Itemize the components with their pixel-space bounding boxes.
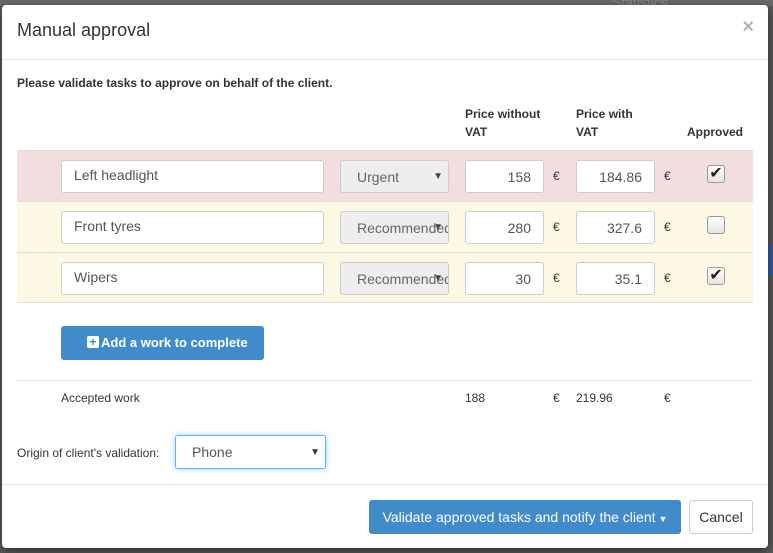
total-currency-2: € [664, 391, 671, 405]
chevron-down-icon: ▼ [433, 171, 443, 182]
price-without-vat-input[interactable]: 158 [465, 160, 544, 193]
plus-icon: + [87, 336, 99, 348]
approved-checkbox[interactable] [707, 216, 725, 234]
price-with-vat-input[interactable]: 35.1 [576, 262, 655, 295]
validate-notify-button[interactable]: Validate approved tasks and notify the c… [369, 500, 681, 534]
currency-label: € [553, 220, 560, 234]
total-price-with-vat: 219.96 [576, 391, 613, 405]
currency-label: € [664, 271, 671, 285]
chevron-down-icon: ▼ [433, 222, 443, 233]
total-currency-1: € [553, 391, 560, 405]
total-price-without-vat: 188 [465, 391, 486, 405]
price-with-vat-input[interactable]: 327.6 [576, 211, 655, 244]
caret-down-icon: ▼ [658, 514, 668, 524]
close-icon[interactable]: × [742, 17, 754, 37]
cancel-button[interactable]: Cancel [689, 500, 753, 534]
approved-checkbox[interactable]: ✔ [707, 165, 725, 183]
currency-label: € [553, 271, 560, 285]
chevron-down-icon: ▼ [433, 273, 443, 284]
price-without-vat-input[interactable]: 30 [465, 262, 544, 295]
add-work-button[interactable]: + Add a work to complete [61, 326, 264, 360]
currency-label: € [664, 169, 671, 183]
manual-approval-dialog: Manual approval × Please validate tasks … [2, 5, 768, 548]
chevron-down-icon: ▼ [310, 447, 320, 458]
task-row: Front tyres Recommended ▼ 280 € 327.6 € [17, 201, 753, 252]
modal-title: Manual approval [17, 20, 151, 40]
modal-header: Manual approval × [2, 5, 768, 60]
task-row: Wipers Recommended ▼ 30 € 35.1 € ✔ [17, 252, 753, 303]
price-without-vat-input[interactable]: 280 [465, 211, 544, 244]
task-name-input[interactable]: Wipers [61, 262, 324, 295]
task-name-input[interactable]: Left headlight [61, 160, 324, 193]
approved-checkbox[interactable]: ✔ [707, 267, 725, 285]
priority-select[interactable]: Urgent ▼ [340, 160, 449, 193]
task-row: Left headlight Urgent ▼ 158 € 184.86 € ✔ [17, 150, 753, 201]
priority-select[interactable]: Recommended ▼ [340, 211, 449, 244]
priority-value: Urgent [357, 169, 400, 185]
task-name-input[interactable]: Front tyres [61, 211, 324, 244]
accepted-work-label: Accepted work [61, 391, 140, 405]
priority-select[interactable]: Recommended ▼ [340, 262, 449, 295]
origin-label: Origin of client's validation: [17, 446, 160, 460]
origin-selected-value: Phone [192, 444, 233, 460]
origin-select[interactable]: Phone ▼ [175, 435, 326, 469]
column-header-price-with-vat: Price with VAT [576, 107, 633, 139]
task-table: Left headlight Urgent ▼ 158 € 184.86 € ✔… [17, 150, 753, 303]
column-header-approved: Approved [687, 125, 744, 139]
column-header-price-without-vat: Price without VAT [465, 107, 541, 139]
currency-label: € [664, 220, 671, 234]
footer-divider [2, 484, 768, 485]
currency-label: € [553, 169, 560, 183]
instructions-text: Please validate tasks to approve on beha… [17, 76, 333, 90]
price-with-vat-input[interactable]: 184.86 [576, 160, 655, 193]
totals-divider [17, 380, 753, 381]
